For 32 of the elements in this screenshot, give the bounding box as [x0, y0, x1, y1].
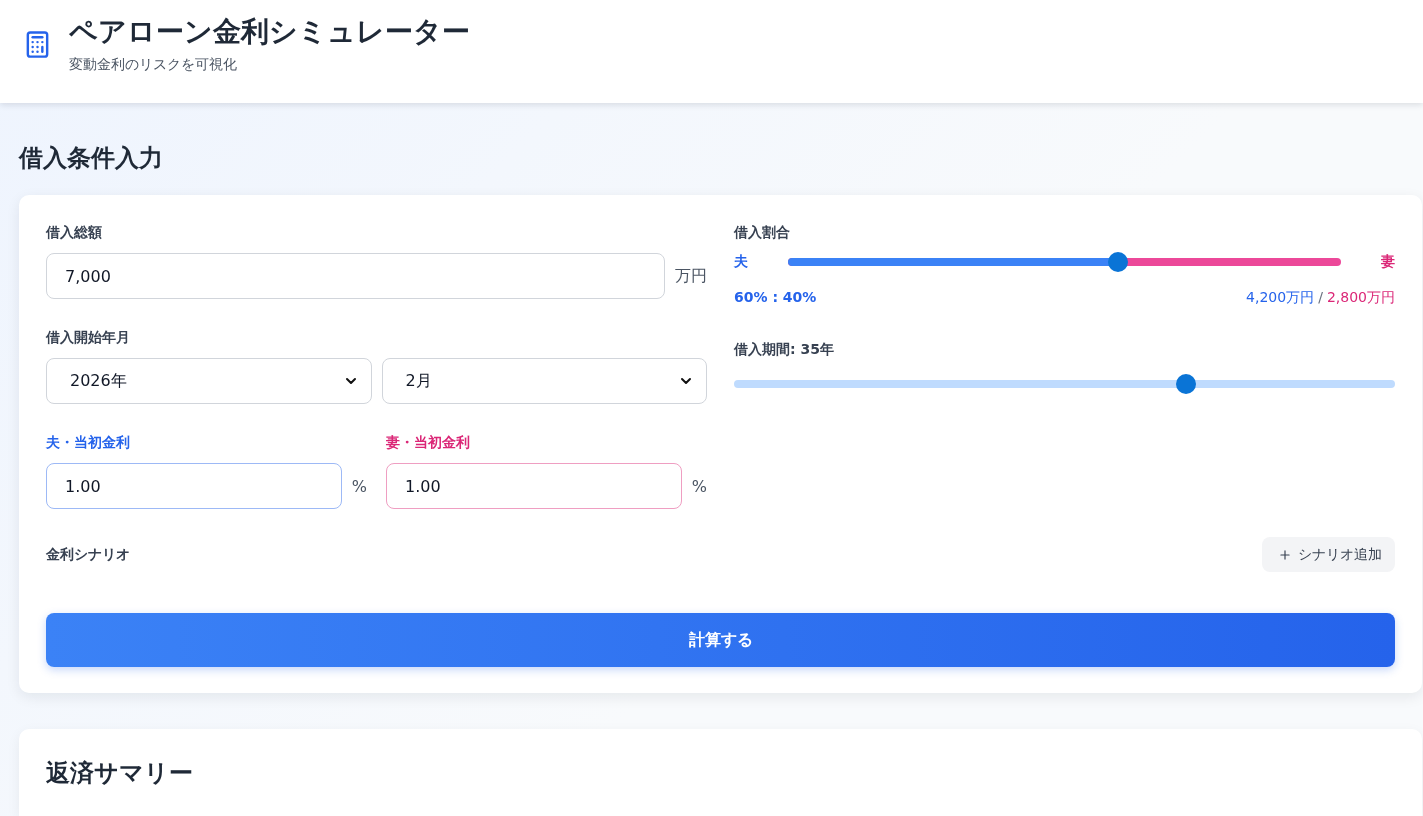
- field-label: 金利シナリオ: [46, 545, 130, 564]
- ratio-percent: 60% : 40%: [734, 288, 817, 307]
- ratio-slider[interactable]: [788, 252, 1341, 272]
- separator-text: /: [1318, 288, 1323, 307]
- loan-amount-input[interactable]: 7,000: [46, 253, 665, 299]
- app-subtitle: 変動金利のリスクを可視化: [69, 55, 238, 74]
- rate-input[interactable]: 1.00: [46, 463, 342, 509]
- unit-label: %: [351, 476, 367, 496]
- wife-label: 妻: [1381, 253, 1395, 271]
- section-heading: 返済サマリー: [46, 758, 194, 789]
- add-scenario-button[interactable]: シナリオ追加: [1262, 537, 1395, 572]
- month-select[interactable]: 2月: [381, 358, 707, 404]
- section-heading: 借入条件入力: [19, 143, 164, 174]
- calculate-button[interactable]: 計算する: [46, 613, 1395, 667]
- field-label: 借入開始年月: [46, 328, 131, 347]
- app-title: ペアローン金利シミュレーター: [69, 15, 470, 49]
- amount-text: 4,200万円: [1246, 288, 1315, 307]
- slider-thumb[interactable]: [1107, 252, 1128, 272]
- rate-label: 妻・当初金利: [386, 433, 471, 452]
- field-label: 借入期間: 35年: [734, 340, 835, 359]
- field-label: 借入割合: [734, 223, 791, 242]
- amount-text: 2,800万円: [1326, 288, 1395, 307]
- plus-icon: [1278, 547, 1292, 562]
- unit-label: %: [691, 476, 707, 496]
- field-label: 借入総額: [46, 223, 103, 242]
- term-slider[interactable]: [734, 374, 1395, 394]
- year-select[interactable]: 2026年: [46, 358, 372, 404]
- husband-label: 夫: [734, 253, 748, 271]
- unit-label: 万円: [675, 265, 707, 287]
- slider-thumb[interactable]: [1176, 374, 1197, 394]
- rate-input[interactable]: 1.00: [386, 463, 682, 509]
- rate-label: 夫・当初金利: [46, 433, 131, 452]
